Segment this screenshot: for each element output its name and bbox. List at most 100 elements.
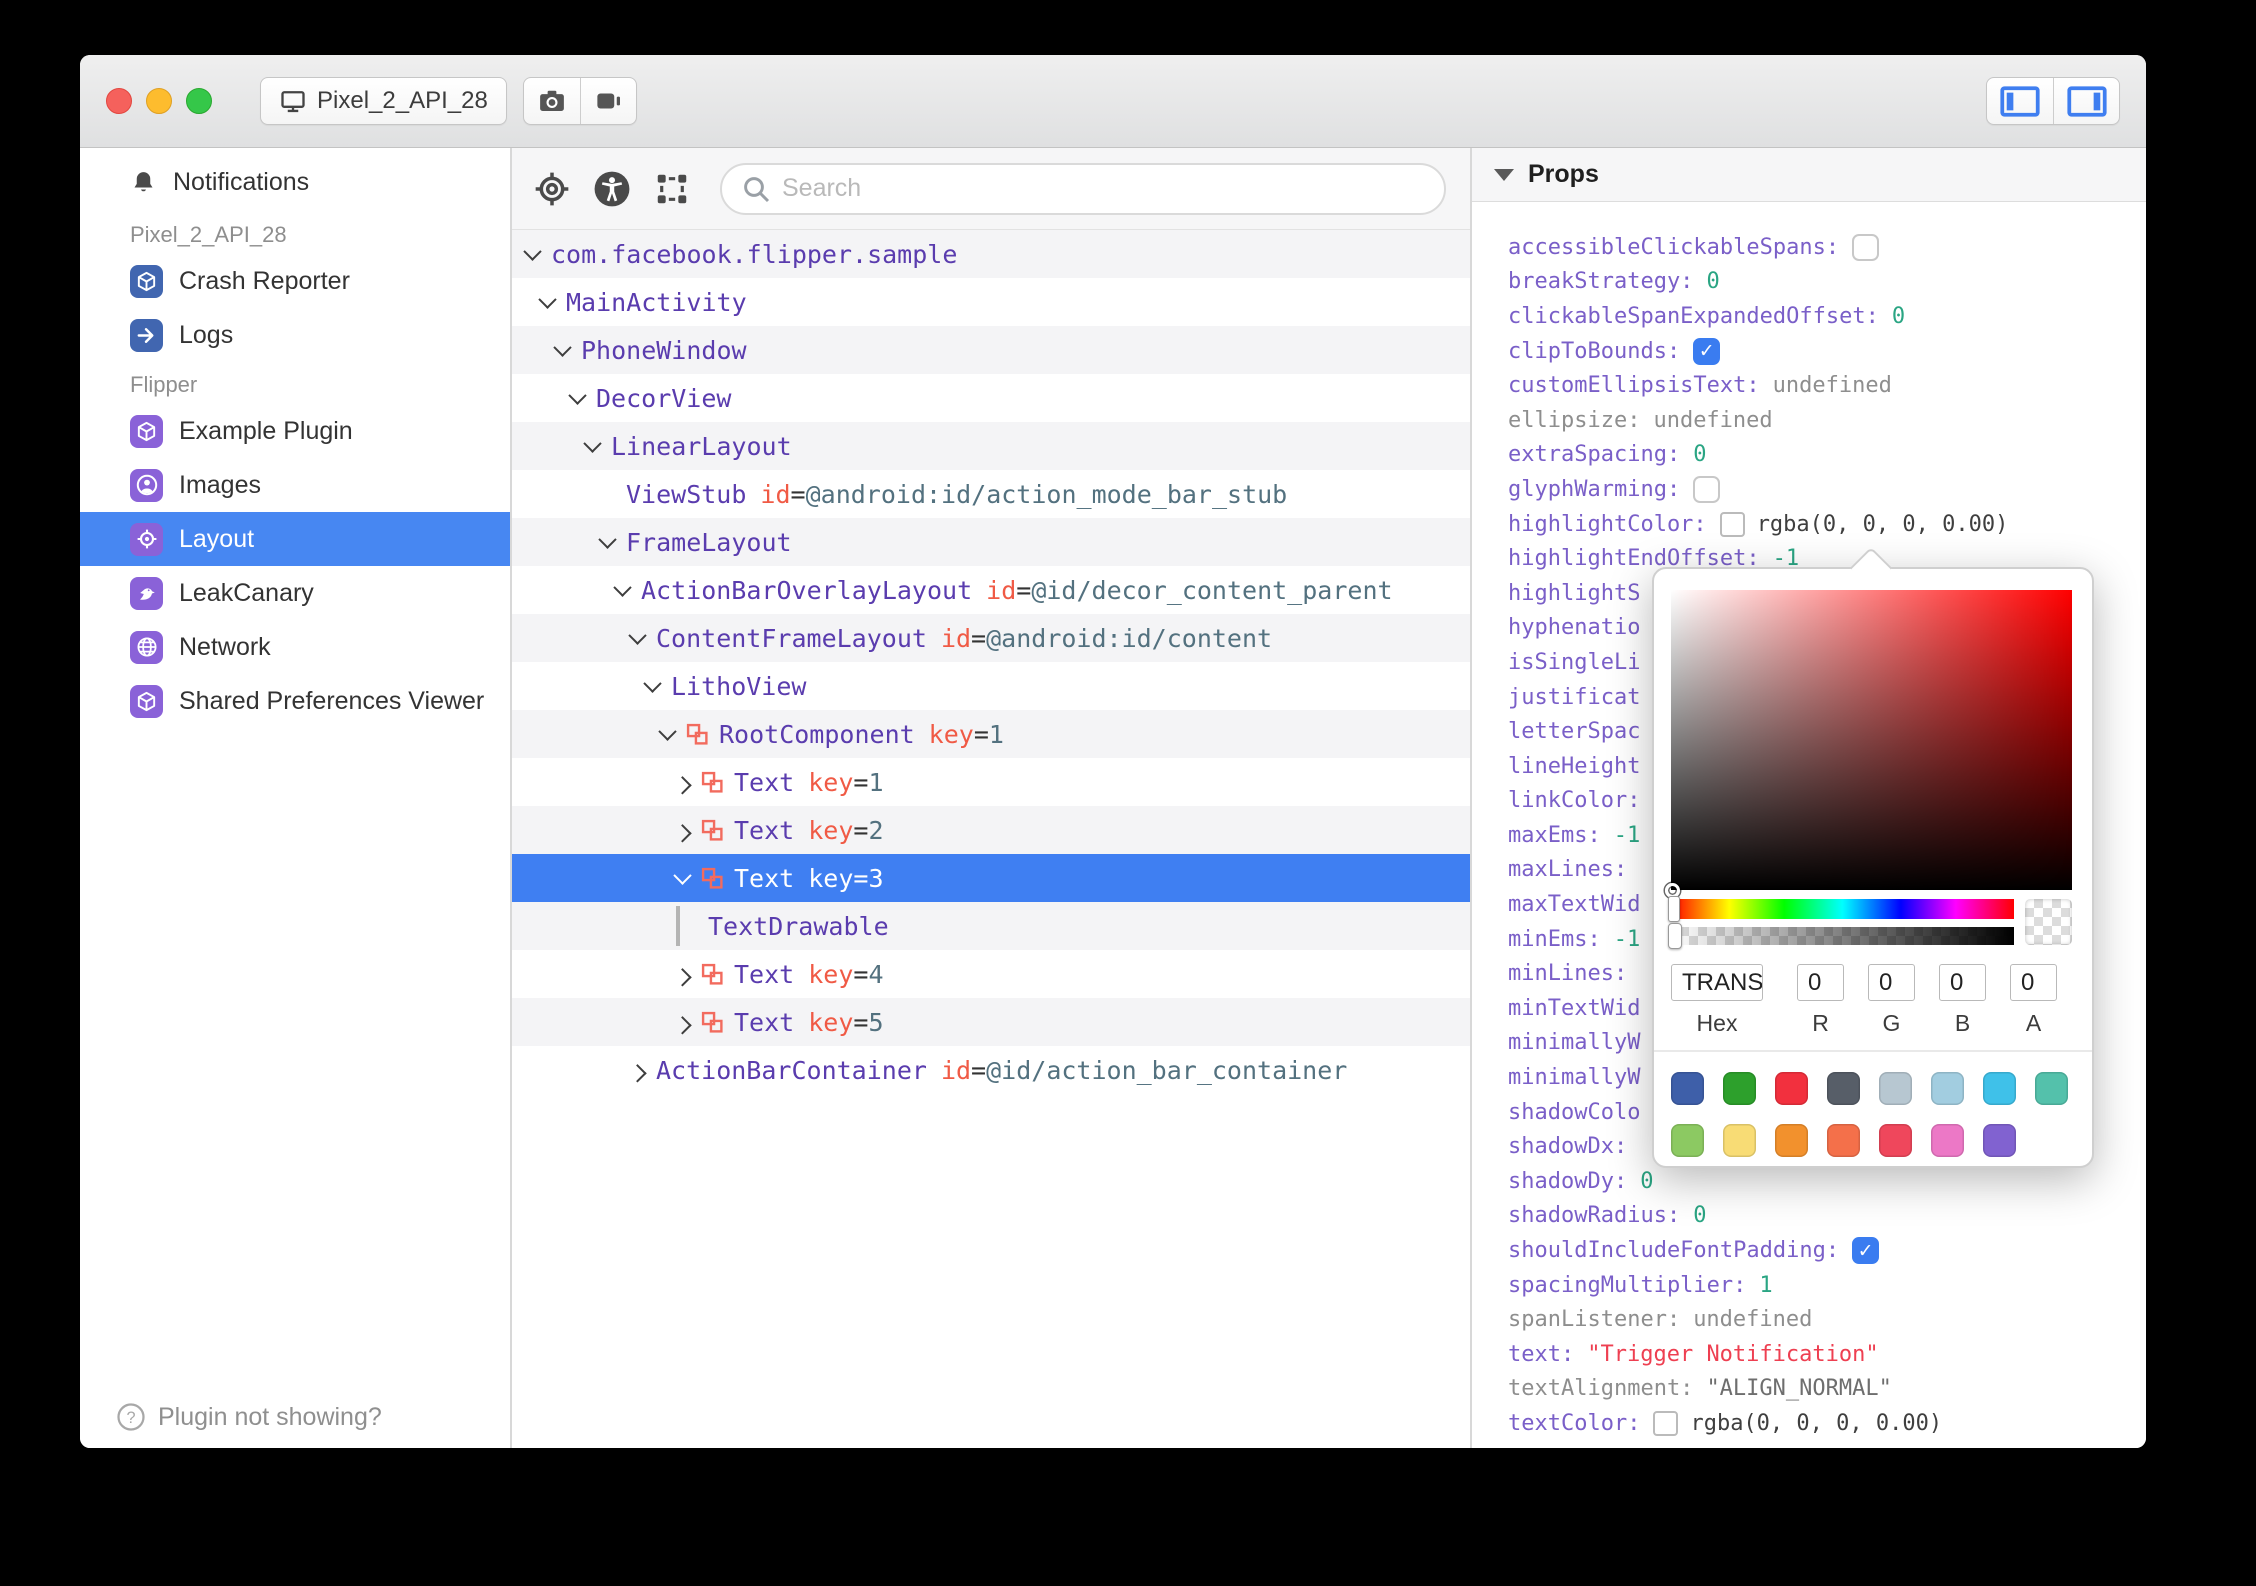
device-selector-button[interactable]: Pixel_2_API_28: [260, 77, 507, 125]
sidebar-item-network[interactable]: Network: [80, 620, 510, 674]
color-swatch[interactable]: [1719, 511, 1745, 537]
sidebar-item-layout[interactable]: Layout: [80, 512, 510, 566]
plugin-not-showing-link[interactable]: ? Plugin not showing?: [116, 1402, 382, 1432]
screen-record-button[interactable]: [579, 78, 636, 124]
chevron-right-icon[interactable]: [673, 775, 692, 795]
color-swatch[interactable]: [1653, 1410, 1679, 1436]
sidebar-item-crash-reporter[interactable]: Crash Reporter: [80, 254, 510, 308]
tree-row-framelayout[interactable]: FrameLayout: [512, 518, 1470, 566]
tree-row-linearlayout[interactable]: LinearLayout: [512, 422, 1470, 470]
alpha-slider[interactable]: [1668, 923, 2014, 949]
palette-swatch-b7c7d1[interactable]: [1879, 1072, 1912, 1105]
checkbox-checked[interactable]: ✓: [1852, 1237, 1880, 1265]
palette-swatch-f8dc75[interactable]: [1723, 1124, 1756, 1157]
toggle-right-sidebar-button[interactable]: [2053, 78, 2119, 124]
prop-value[interactable]: 0: [1693, 442, 1706, 467]
alpha-slider-handle[interactable]: [1668, 923, 1682, 949]
palette-swatch-ef475c[interactable]: [1879, 1124, 1912, 1157]
chevron-down-icon[interactable]: [583, 433, 602, 453]
chevron-down-icon[interactable]: [568, 385, 587, 405]
palette-swatch-f2303e[interactable]: [1775, 1072, 1808, 1105]
prop-value[interactable]: 0: [1706, 269, 1719, 294]
chevron-right-icon[interactable]: [673, 967, 692, 987]
prop-value[interactable]: "Trigger Notification": [1587, 1342, 1878, 1367]
props-section-header[interactable]: Props: [1472, 148, 2146, 202]
hue-slider-handle[interactable]: [1668, 896, 1680, 922]
palette-swatch-3e5fa9[interactable]: [1671, 1072, 1704, 1105]
tree-row-text-key-3[interactable]: Text key = 3: [512, 854, 1470, 902]
snapshot-selection-button[interactable]: [646, 163, 698, 215]
tree-row-com-facebook-flipper-sample[interactable]: com.facebook.flipper.sample: [512, 230, 1470, 278]
prop-value[interactable]: rgba(0, 0, 0, 0.00): [1757, 512, 2009, 537]
palette-swatch-8162d0[interactable]: [1983, 1124, 2016, 1157]
prop-value[interactable]: 0: [1640, 1169, 1653, 1194]
chevron-down-icon[interactable]: [628, 625, 647, 645]
chevron-down-icon[interactable]: [523, 241, 542, 261]
prop-value[interactable]: -1: [1614, 927, 1641, 952]
chevron-down-icon[interactable]: [643, 673, 662, 693]
palette-swatch-2da02c[interactable]: [1723, 1072, 1756, 1105]
prop-value[interactable]: 0: [1693, 1203, 1706, 1228]
toggle-left-sidebar-button[interactable]: [1987, 78, 2053, 124]
palette-swatch-a2cde0[interactable]: [1931, 1072, 1964, 1105]
tree-row-decorview[interactable]: DecorView: [512, 374, 1470, 422]
palette-swatch-f4704a[interactable]: [1827, 1124, 1860, 1157]
red-input[interactable]: [1797, 964, 1844, 1001]
chevron-down-icon[interactable]: [658, 721, 677, 741]
sidebar-item-images[interactable]: Images: [80, 458, 510, 512]
sidebar-item-notifications[interactable]: Notifications: [80, 152, 510, 212]
chevron-right-icon[interactable]: [673, 823, 692, 843]
chevron-down-icon[interactable]: [613, 577, 632, 597]
tree-row-viewstub-id-android-id-action-mode-bar-stub[interactable]: ViewStub id = @android:id/action_mode_bar_s…: [512, 470, 1470, 518]
accessibility-mode-button[interactable]: [586, 163, 638, 215]
checkbox-unchecked[interactable]: [1693, 475, 1721, 503]
minimize-window-button[interactable]: [146, 88, 172, 114]
checkbox-unchecked[interactable]: [1852, 233, 1880, 261]
palette-swatch-3fc1e9[interactable]: [1983, 1072, 2016, 1105]
tree-row-actionbaroverlaylayout-id-id-decor-content-parent[interactable]: ActionBarOverlayLayout id = @id/decor_conte…: [512, 566, 1470, 614]
saturation-value-area[interactable]: [1665, 590, 2072, 898]
tree-row-phonewindow[interactable]: PhoneWindow: [512, 326, 1470, 374]
prop-value[interactable]: 1: [1759, 1273, 1772, 1298]
tree-row-lithoview[interactable]: LithoView: [512, 662, 1470, 710]
chevron-down-icon[interactable]: [553, 337, 572, 357]
search-input[interactable]: [782, 174, 1426, 203]
prop-value[interactable]: -1: [1614, 823, 1641, 848]
target-mode-button[interactable]: [526, 163, 578, 215]
checkbox-checked[interactable]: ✓: [1693, 337, 1721, 365]
tree-row-contentframelayout-id-android-id-content[interactable]: ContentFrameLayout id = @android:id/content: [512, 614, 1470, 662]
fullscreen-window-button[interactable]: [186, 88, 212, 114]
tree-row-text-key-1[interactable]: Text key = 1: [512, 758, 1470, 806]
sidebar-item-shared-preferences-viewer[interactable]: Shared Preferences Viewer: [80, 674, 510, 728]
tree-row-text-key-5[interactable]: Text key = 5: [512, 998, 1470, 1046]
tree-row-text-key-2[interactable]: Text key = 2: [512, 806, 1470, 854]
palette-swatch-ec78c6[interactable]: [1931, 1124, 1964, 1157]
chevron-down-icon[interactable]: [673, 865, 692, 885]
palette-swatch-575e68[interactable]: [1827, 1072, 1860, 1105]
hex-input[interactable]: [1671, 964, 1763, 1001]
tree-row-textdrawable[interactable]: TextDrawable: [512, 902, 1470, 950]
prop-value[interactable]: rgba(0, 0, 0, 0.00): [1690, 1411, 1942, 1436]
tree-row-actionbarcontainer-id-id-action-bar-container[interactable]: ActionBarContainer id = @id/action_bar_cont…: [512, 1046, 1470, 1094]
sidebar-item-leakcanary[interactable]: LeakCanary: [80, 566, 510, 620]
chevron-down-icon[interactable]: [538, 289, 557, 309]
sidebar-item-example-plugin[interactable]: Example Plugin: [80, 404, 510, 458]
palette-swatch-54c1ab[interactable]: [2035, 1072, 2068, 1105]
tree-row-mainactivity[interactable]: MainActivity: [512, 278, 1470, 326]
chevron-right-icon[interactable]: [673, 1015, 692, 1035]
blue-input[interactable]: [1939, 964, 1986, 1001]
chevron-down-icon[interactable]: [598, 529, 617, 549]
litho-component-icon: [701, 771, 724, 794]
green-input[interactable]: [1868, 964, 1915, 1001]
sidebar-item-logs[interactable]: Logs: [80, 308, 510, 362]
chevron-right-icon[interactable]: [628, 1063, 647, 1083]
screenshot-button[interactable]: [524, 78, 580, 124]
tree-row-rootcomponent-key-1[interactable]: RootComponent key = 1: [512, 710, 1470, 758]
palette-swatch-f2912d[interactable]: [1775, 1124, 1808, 1157]
tree-row-text-key-4[interactable]: Text key = 4: [512, 950, 1470, 998]
close-window-button[interactable]: [106, 88, 132, 114]
alpha-input[interactable]: [2010, 964, 2057, 1001]
prop-value[interactable]: 0: [1892, 304, 1905, 329]
palette-swatch-8cc962[interactable]: [1671, 1124, 1704, 1157]
hue-slider[interactable]: [1668, 896, 2014, 922]
